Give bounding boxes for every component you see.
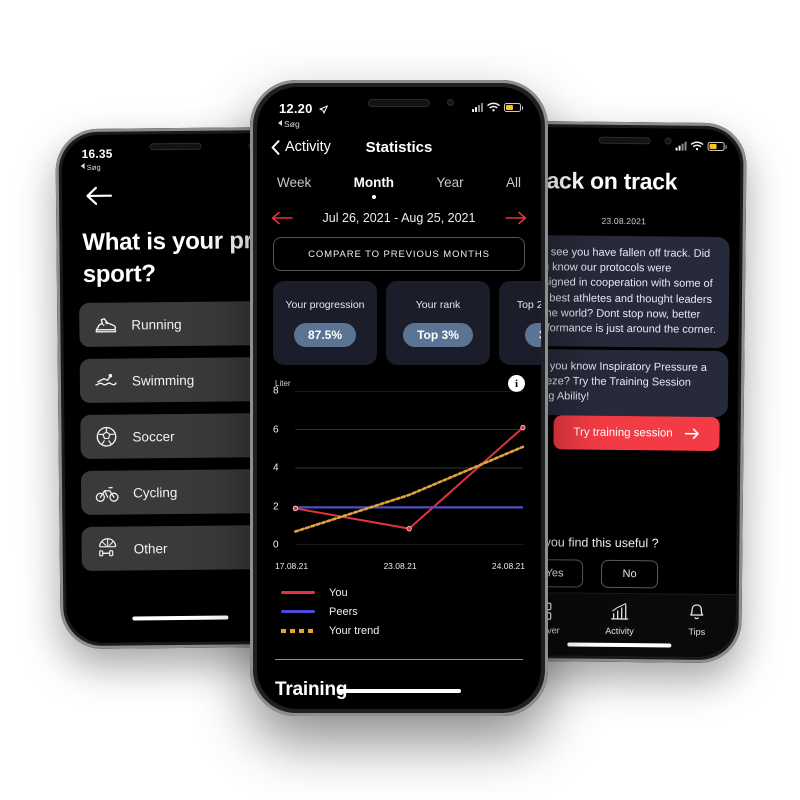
phone-center: 12.20 Søg Activity Statistics Week Month… (250, 80, 548, 716)
battery-low-power-icon (504, 102, 523, 112)
soccer-ball-icon (94, 425, 118, 449)
front-camera-icon (664, 137, 672, 145)
tab-label: Activity (605, 625, 634, 637)
feedback-no-button[interactable]: No (600, 559, 659, 589)
message-bubble: Did you know Inspiratory Pressure a bree… (517, 348, 729, 417)
left-status-time: 16.35 (81, 146, 113, 161)
option-label: Swimming (131, 372, 195, 388)
status-back-app[interactable]: Søg (278, 119, 300, 129)
option-label: Cycling (133, 484, 178, 500)
page-title: Statistics (365, 139, 433, 156)
stat-card-progression[interactable]: Your progression 87.5% (273, 281, 377, 365)
legend-label: Your trend (329, 624, 380, 637)
home-indicator[interactable] (132, 615, 229, 621)
date-range-selector: Jul 26, 2021 - Aug 25, 2021 (271, 211, 527, 225)
wifi-icon (690, 141, 704, 151)
back-triangle-icon (278, 120, 282, 126)
running-shoe-icon (93, 313, 117, 337)
legend-swatch (281, 628, 315, 633)
option-label: Running (131, 316, 182, 332)
tab-year[interactable]: Year (436, 175, 463, 199)
stat-cards-row[interactable]: Your progression 87.5% Your rank Top 3% … (273, 281, 541, 365)
back-button[interactable] (84, 185, 114, 207)
location-arrow-icon (319, 105, 329, 114)
page-title: Back on track (530, 167, 678, 195)
legend-item-peers: Peers (281, 602, 379, 621)
battery-low-power-icon (707, 141, 725, 151)
nav-bar: Activity Statistics (257, 135, 541, 165)
x-tick: 23.08.21 (383, 561, 417, 571)
option-label: Other (133, 540, 168, 556)
legend-label: You (329, 586, 348, 599)
tab-all[interactable]: All (506, 175, 521, 199)
x-tick: 17.08.21 (275, 561, 309, 571)
front-camera-icon (447, 99, 454, 106)
tab-tips[interactable]: Tips (658, 594, 736, 657)
date-range-label: Jul 26, 2021 - Aug 25, 2021 (322, 211, 476, 225)
status-time: 12.20 (279, 101, 329, 116)
arrow-left-icon (86, 186, 113, 205)
legend-item-trend: Your trend (281, 621, 379, 640)
sports-other-icon (96, 537, 120, 561)
notch (368, 99, 430, 107)
legend-swatch (281, 591, 315, 594)
compare-to-previous-months-button[interactable]: COMPARE TO PREVIOUS MONTHS (273, 237, 525, 271)
section-divider (275, 659, 523, 660)
x-tick: 24.08.21 (491, 561, 525, 571)
tab-week[interactable]: Week (277, 175, 311, 199)
cta-label: Try training session (573, 426, 673, 440)
period-tabs: Week Month Year All (271, 175, 527, 199)
legend-item-you: You (281, 583, 379, 602)
range-next-button[interactable] (505, 211, 527, 225)
stat-card-rank[interactable]: Your rank Top 3% (386, 281, 490, 365)
card-title: Top 25% progr (516, 299, 541, 312)
center-phone-screen: 12.20 Søg Activity Statistics Week Month… (257, 87, 541, 709)
legend-swatch (281, 610, 315, 613)
tab-label: Tips (688, 626, 706, 637)
tab-month[interactable]: Month (354, 175, 394, 199)
chart-plot-area: 02468 (273, 386, 527, 551)
message-bubble: We see you have fallen off track. Did yo… (518, 234, 730, 349)
card-value: 87.5% (293, 322, 357, 347)
card-title: Your rank (415, 299, 461, 312)
scene-root: 16.35 Søg What is your preferred sport? (0, 0, 800, 800)
wifi-icon (487, 102, 500, 112)
range-prev-button[interactable] (271, 211, 293, 225)
chart-x-ticks: 17.08.21 23.08.21 24.08.21 (273, 561, 527, 571)
legend-label: Peers (329, 605, 358, 618)
try-training-session-button[interactable]: Try training session (553, 415, 720, 452)
option-label: Soccer (132, 428, 175, 444)
swimmer-icon (94, 369, 118, 393)
home-indicator[interactable] (337, 689, 461, 693)
card-value: Top 3% (403, 322, 473, 347)
statistics-chart: Liter i 02468 17.08.21 23.08.21 24.08.21 (273, 375, 527, 571)
info-icon[interactable]: i (508, 375, 525, 392)
left-status-back-app: Søg (80, 162, 101, 172)
notch (598, 136, 651, 145)
arrow-right-icon (684, 428, 700, 440)
status-icons (472, 102, 523, 112)
notch (149, 142, 202, 151)
right-status-icons (675, 141, 725, 152)
cellular-bars-icon (675, 141, 687, 151)
card-title: Your progression (285, 299, 365, 312)
bar-chart-icon (610, 602, 630, 622)
cellular-bars-icon (472, 102, 483, 112)
chart-legend: You Peers Your trend (281, 583, 379, 640)
card-value: 39% (524, 322, 541, 347)
bicycle-icon (95, 481, 119, 505)
stat-card-top25[interactable]: Top 25% progr 39% (499, 281, 541, 365)
chart-canvas (292, 391, 526, 545)
back-triangle-icon (80, 162, 85, 170)
bell-icon (687, 603, 707, 623)
